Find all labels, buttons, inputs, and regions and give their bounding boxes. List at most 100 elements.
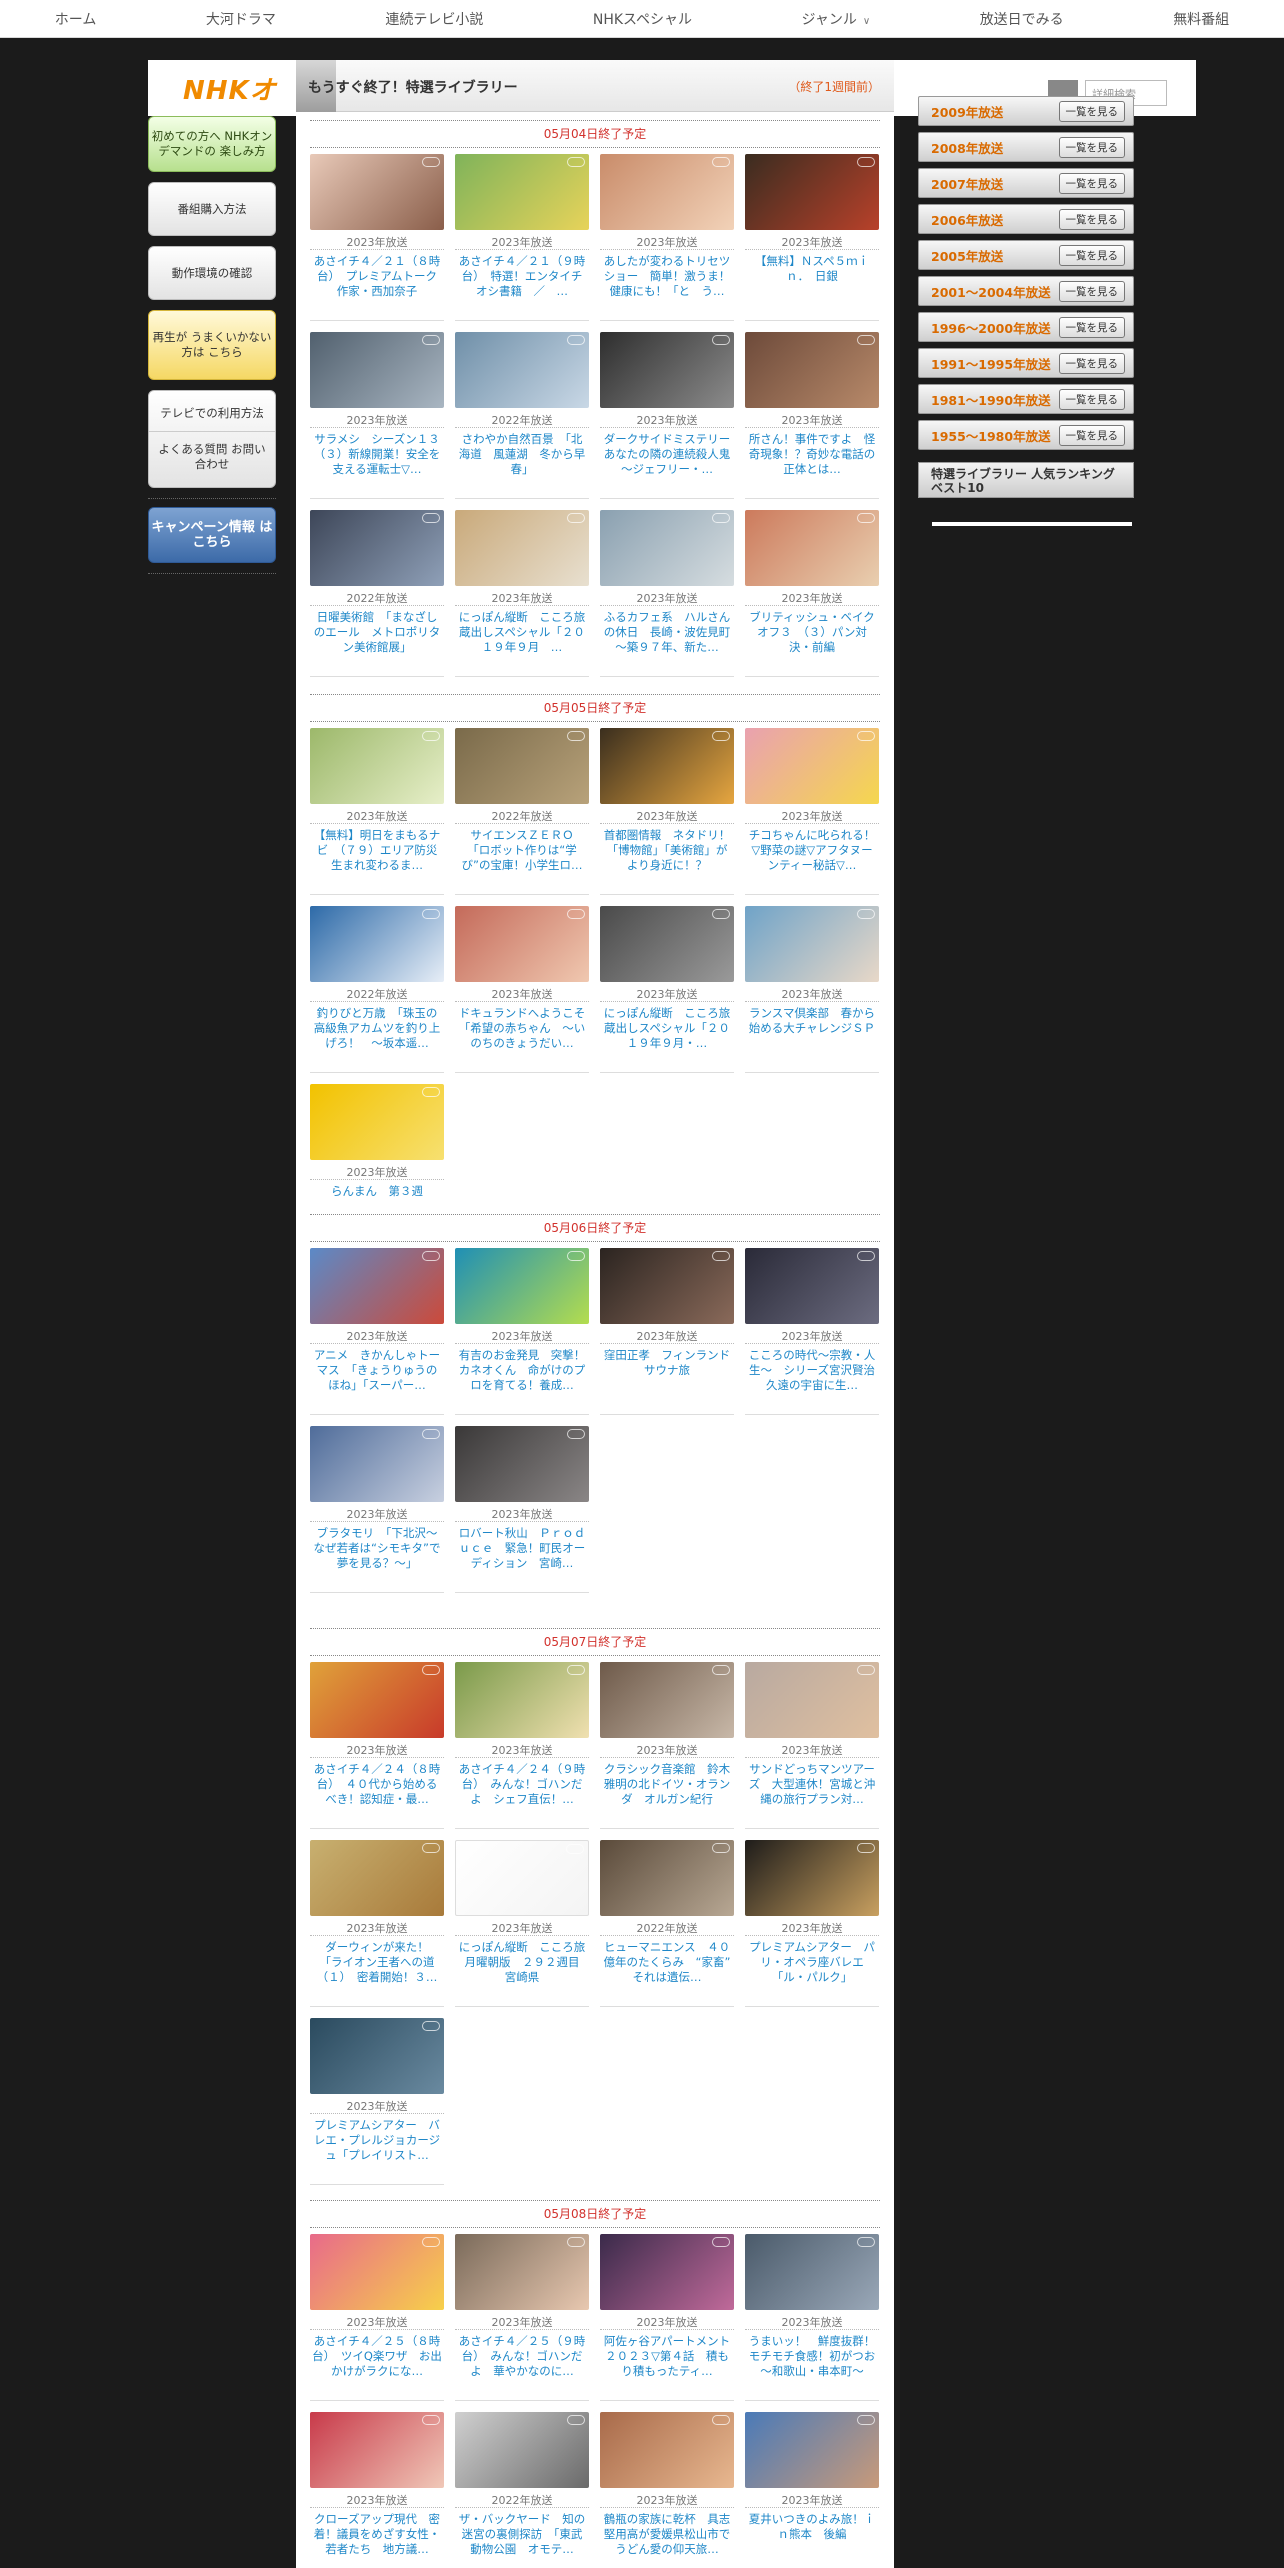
program-thumbnail[interactable] bbox=[310, 728, 444, 804]
campaign-info-button[interactable]: キャンペーン情報 はこちら bbox=[148, 507, 276, 563]
program-thumbnail[interactable] bbox=[600, 154, 734, 230]
program-card[interactable]: 2023年放送 サラメシ シーズン１３ （３）新線開業！安全を支える運転士▽… bbox=[310, 332, 444, 510]
see-all-button[interactable]: 一覧を見る bbox=[1058, 136, 1125, 158]
program-title-link[interactable]: ランスマ倶楽部 春から始める大チャレンジＳＰ bbox=[745, 1006, 879, 1066]
program-title-link[interactable]: プレミアムシアター パリ・オペラ座バレエ「ル・パルク」 bbox=[745, 1940, 879, 2000]
program-thumbnail[interactable] bbox=[745, 2412, 879, 2488]
nhk-ondemand-logo[interactable]: NHKオ bbox=[183, 70, 277, 106]
program-thumbnail[interactable] bbox=[745, 1840, 879, 1916]
program-thumbnail[interactable] bbox=[745, 510, 879, 586]
program-card[interactable]: 2023年放送 クローズアップ現代 密着！議員をめざす女性・若者たち 地方議… bbox=[310, 2412, 444, 2568]
year-row[interactable]: 2007年放送 一覧を見る bbox=[918, 168, 1134, 198]
program-title-link[interactable]: サイエンスＺＥＲＯ 「ロボット作りは“学び”の宝庫！小学生ロ… bbox=[455, 828, 589, 888]
year-row[interactable]: 1991～1995年放送 一覧を見る bbox=[918, 348, 1134, 378]
program-thumbnail[interactable] bbox=[455, 154, 589, 230]
program-thumbnail[interactable] bbox=[600, 2234, 734, 2310]
program-title-link[interactable]: クラシック音楽館 鈴木雅明の北ドイツ・オランダ オルガン紀行 bbox=[600, 1762, 734, 1822]
faq-contact-button[interactable]: よくある質問 お問い合わせ bbox=[149, 432, 275, 482]
program-thumbnail[interactable] bbox=[455, 906, 589, 982]
nav-item[interactable]: 放送日でみる bbox=[962, 9, 1082, 29]
program-card[interactable]: 2023年放送 サンドどっちマンツアーズ 大型連休！宮城と沖縄の旅行プラン対… bbox=[745, 1662, 879, 1840]
program-card[interactable]: 2023年放送 アニメ きかんしゃトーマス 「きょうりゅうのほね」「スーパー… bbox=[310, 1248, 444, 1426]
program-thumbnail[interactable] bbox=[310, 154, 444, 230]
program-card[interactable]: 2023年放送 【無料】Ｎスペ５ｍｉｎ． 日銀 bbox=[745, 154, 879, 332]
program-thumbnail[interactable] bbox=[455, 1662, 589, 1738]
program-title-link[interactable]: 日曜美術館 「まなざしのエール メトロポリタン美術館展」 bbox=[310, 610, 444, 670]
program-title-link[interactable]: 【無料】Ｎスペ５ｍｉｎ． 日銀 bbox=[745, 254, 879, 314]
program-title-link[interactable]: ダークサイドミステリー あなたの隣の連続殺人鬼～ジェフリー・… bbox=[600, 432, 734, 492]
program-card[interactable]: 2023年放送 プレミアムシアター パリ・オペラ座バレエ「ル・パルク」 bbox=[745, 1840, 879, 2018]
program-thumbnail[interactable] bbox=[600, 728, 734, 804]
year-row[interactable]: 1996～2000年放送 一覧を見る bbox=[918, 312, 1134, 342]
program-card[interactable]: 2023年放送 阿佐ヶ谷アパートメント ２０２３▽第４話 積もり積もったティ… bbox=[600, 2234, 734, 2412]
year-row[interactable]: 1981～1990年放送 一覧を見る bbox=[918, 384, 1134, 414]
program-title-link[interactable]: 首都圏情報 ネタドリ！ 「博物館」「美術館」がより身近に！？ bbox=[600, 828, 734, 888]
year-row[interactable]: 2008年放送 一覧を見る bbox=[918, 132, 1134, 162]
program-title-link[interactable]: あさイチ４／２４（９時台） みんな！ゴハンだよ シェフ直伝！… bbox=[455, 1762, 589, 1822]
program-card[interactable]: 2022年放送 さわやか自然百景 「北海道 風蓮湖 冬から早春」 bbox=[455, 332, 589, 510]
program-card[interactable]: 2023年放送 にっぽん縦断 こころ旅 月曜朝版 ２９２週目 宮崎県 bbox=[455, 1840, 589, 2018]
see-all-button[interactable]: 一覧を見る bbox=[1058, 208, 1125, 230]
program-thumbnail[interactable] bbox=[455, 1840, 589, 1916]
program-title-link[interactable]: 釣りびと万歳 「珠玉の高級魚アカムツを釣り上げろ！ ～坂本遥… bbox=[310, 1006, 444, 1066]
program-card[interactable]: 2023年放送 あさイチ４／２１（９時台） 特選！エンタイチオシ書籍 ／ … bbox=[455, 154, 589, 332]
program-thumbnail[interactable] bbox=[745, 332, 879, 408]
program-thumbnail[interactable] bbox=[745, 154, 879, 230]
how-to-purchase-button[interactable]: 番組購入方法 bbox=[148, 182, 276, 236]
program-thumbnail[interactable] bbox=[310, 2234, 444, 2310]
program-thumbnail[interactable] bbox=[455, 728, 589, 804]
program-card[interactable]: 2023年放送 あさイチ４／２５（８時台） ツイQ楽ワザ お出かけがラクにな… bbox=[310, 2234, 444, 2412]
program-thumbnail[interactable] bbox=[455, 510, 589, 586]
program-thumbnail[interactable] bbox=[455, 2234, 589, 2310]
see-all-button[interactable]: 一覧を見る bbox=[1058, 244, 1125, 266]
program-card[interactable]: 2022年放送 ヒューマニエンス ４０億年のたくらみ “家畜” それは遺伝… bbox=[600, 1840, 734, 2018]
program-card[interactable]: 2023年放送 あさイチ４／２１（８時台） プレミアムトーク 作家・西加奈子 bbox=[310, 154, 444, 332]
program-title-link[interactable]: ブリティッシュ・ベイクオフ３ （３）パン対決・前編 bbox=[745, 610, 879, 670]
program-title-link[interactable]: ダーウィンが来た！ 「ライオン王者への道（１） 密着開始！３… bbox=[310, 1940, 444, 2000]
program-title-link[interactable]: あさイチ４／２４（８時台） ４０代から始めるべき！認知症・最… bbox=[310, 1762, 444, 1822]
program-card[interactable]: 2023年放送 こころの時代～宗教・人生～ シリーズ宮沢賢治 久遠の宇宙に生… bbox=[745, 1248, 879, 1426]
program-card[interactable]: 2023年放送 にっぽん縦断 こころ旅 蔵出しスペシャル「２０１９年９月 … bbox=[455, 510, 589, 688]
program-card[interactable]: 2023年放送 ロバート秋山 Ｐｒｏｄｕｃｅ 緊急！町民オーディション 宮崎… bbox=[455, 1426, 589, 1604]
program-title-link[interactable]: さわやか自然百景 「北海道 風蓮湖 冬から早春」 bbox=[455, 432, 589, 492]
tv-usage-button[interactable]: テレビでの利用方法 bbox=[156, 396, 268, 431]
program-thumbnail[interactable] bbox=[455, 1426, 589, 1502]
program-card[interactable]: 2023年放送 ランスマ倶楽部 春から始める大チャレンジＳＰ bbox=[745, 906, 879, 1084]
see-all-button[interactable]: 一覧を見る bbox=[1058, 424, 1125, 446]
program-card[interactable]: 2023年放送 【無料】明日をまもるナビ （７９）エリア防災 生まれ変わるま… bbox=[310, 728, 444, 906]
program-title-link[interactable]: あさイチ４／２５（９時台） みんな！ゴハンだよ 華やかなのに… bbox=[455, 2334, 589, 2394]
program-card[interactable]: 2023年放送 ドキュランドへようこそ 「希望の赤ちゃん ～いのちのきょうだい… bbox=[455, 906, 589, 1084]
see-all-button[interactable]: 一覧を見る bbox=[1058, 172, 1125, 194]
program-title-link[interactable]: にっぽん縦断 こころ旅 蔵出しスペシャル「２０１９年９月・… bbox=[600, 1006, 734, 1066]
program-thumbnail[interactable] bbox=[455, 1248, 589, 1324]
program-thumbnail[interactable] bbox=[310, 906, 444, 982]
program-title-link[interactable]: あさイチ４／２１（９時台） 特選！エンタイチオシ書籍 ／ … bbox=[455, 254, 589, 314]
program-title-link[interactable]: クローズアップ現代 密着！議員をめざす女性・若者たち 地方議… bbox=[310, 2512, 444, 2568]
nav-item[interactable]: ホーム bbox=[37, 9, 115, 29]
program-card[interactable]: 2022年放送 釣りびと万歳 「珠玉の高級魚アカムツを釣り上げろ！ ～坂本遥… bbox=[310, 906, 444, 1084]
program-card[interactable]: 2023年放送 ダークサイドミステリー あなたの隣の連続殺人鬼～ジェフリー・… bbox=[600, 332, 734, 510]
program-thumbnail[interactable] bbox=[600, 332, 734, 408]
program-card[interactable]: 2023年放送 クラシック音楽館 鈴木雅明の北ドイツ・オランダ オルガン紀行 bbox=[600, 1662, 734, 1840]
program-thumbnail[interactable] bbox=[455, 2412, 589, 2488]
program-title-link[interactable]: こころの時代～宗教・人生～ シリーズ宮沢賢治 久遠の宇宙に生… bbox=[745, 1348, 879, 1408]
guide-for-beginners-button[interactable]: 初めての方へ NHKオンデマンドの 楽しみ方 bbox=[148, 116, 276, 172]
program-thumbnail[interactable] bbox=[310, 1084, 444, 1160]
program-card[interactable]: 2023年放送 あしたが変わるトリセツショー 簡単！激うま！健康にも！「と う… bbox=[600, 154, 734, 332]
program-title-link[interactable]: アニメ きかんしゃトーマス 「きょうりゅうのほね」「スーパー… bbox=[310, 1348, 444, 1408]
program-thumbnail[interactable] bbox=[745, 906, 879, 982]
program-title-link[interactable]: ザ・バックヤード 知の迷宮の裏側探訪 「東武動物公園 オモテ… bbox=[455, 2512, 589, 2568]
program-thumbnail[interactable] bbox=[310, 1248, 444, 1324]
program-card[interactable]: 2023年放送 ブラタモリ 「下北沢～なぜ若者は“シモキタ”で夢を見る？～」 bbox=[310, 1426, 444, 1604]
program-card[interactable]: 2023年放送 ダーウィンが来た！ 「ライオン王者への道（１） 密着開始！３… bbox=[310, 1840, 444, 2018]
program-title-link[interactable]: サンドどっちマンツアーズ 大型連休！宮城と沖縄の旅行プラン対… bbox=[745, 1762, 879, 1822]
program-title-link[interactable]: 阿佐ヶ谷アパートメント ２０２３▽第４話 積もり積もったティ… bbox=[600, 2334, 734, 2394]
program-title-link[interactable]: にっぽん縦断 こころ旅 月曜朝版 ２９２週目 宮崎県 bbox=[455, 1940, 589, 2000]
ranking-heading[interactable]: 特選ライブラリー 人気ランキングベスト10 bbox=[918, 462, 1134, 498]
program-card[interactable]: 2023年放送 プレミアムシアター バレエ・プレルジョカージュ「プレイリスト… bbox=[310, 2018, 444, 2196]
program-title-link[interactable]: ドキュランドへようこそ 「希望の赤ちゃん ～いのちのきょうだい… bbox=[455, 1006, 589, 1066]
program-thumbnail[interactable] bbox=[310, 1662, 444, 1738]
program-card[interactable]: 2023年放送 夏井いつきのよみ旅！ｉｎ熊本 後編 bbox=[745, 2412, 879, 2568]
program-card[interactable]: 2022年放送 日曜美術館 「まなざしのエール メトロポリタン美術館展」 bbox=[310, 510, 444, 688]
year-row[interactable]: 1955～1980年放送 一覧を見る bbox=[918, 420, 1134, 450]
